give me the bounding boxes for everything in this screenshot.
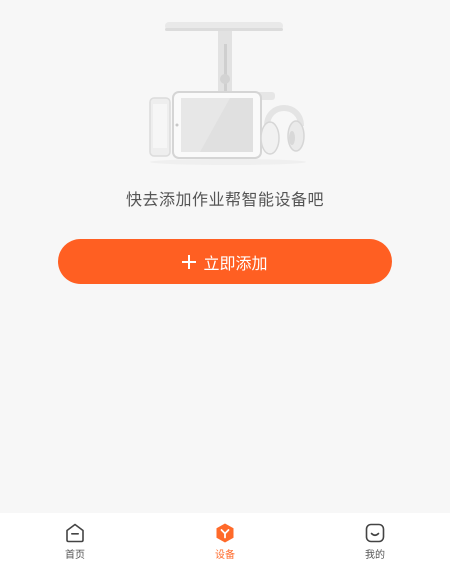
tab-profile[interactable]: 我的 bbox=[300, 513, 450, 569]
bottom-tab-bar: 首页 设备 我的 bbox=[0, 513, 450, 569]
smart-devices-illustration bbox=[149, 22, 306, 165]
tab-device[interactable]: 设备 bbox=[150, 513, 300, 569]
plus-icon bbox=[182, 254, 197, 269]
device-icon bbox=[216, 523, 234, 543]
home-icon bbox=[66, 523, 84, 543]
device-page: 快去添加作业帮智能设备吧 立即添加 首页 设备 我的 bbox=[0, 0, 450, 569]
empty-state-message: 快去添加作业帮智能设备吧 bbox=[125, 190, 324, 209]
tab-profile-label: 我的 bbox=[365, 550, 385, 561]
add-device-button[interactable]: 立即添加 bbox=[58, 239, 392, 284]
tab-home[interactable]: 首页 bbox=[0, 513, 150, 569]
add-device-button-label: 立即添加 bbox=[203, 253, 268, 273]
profile-icon bbox=[365, 523, 385, 543]
tab-home-label: 首页 bbox=[65, 550, 85, 561]
tab-device-label: 设备 bbox=[215, 550, 235, 561]
